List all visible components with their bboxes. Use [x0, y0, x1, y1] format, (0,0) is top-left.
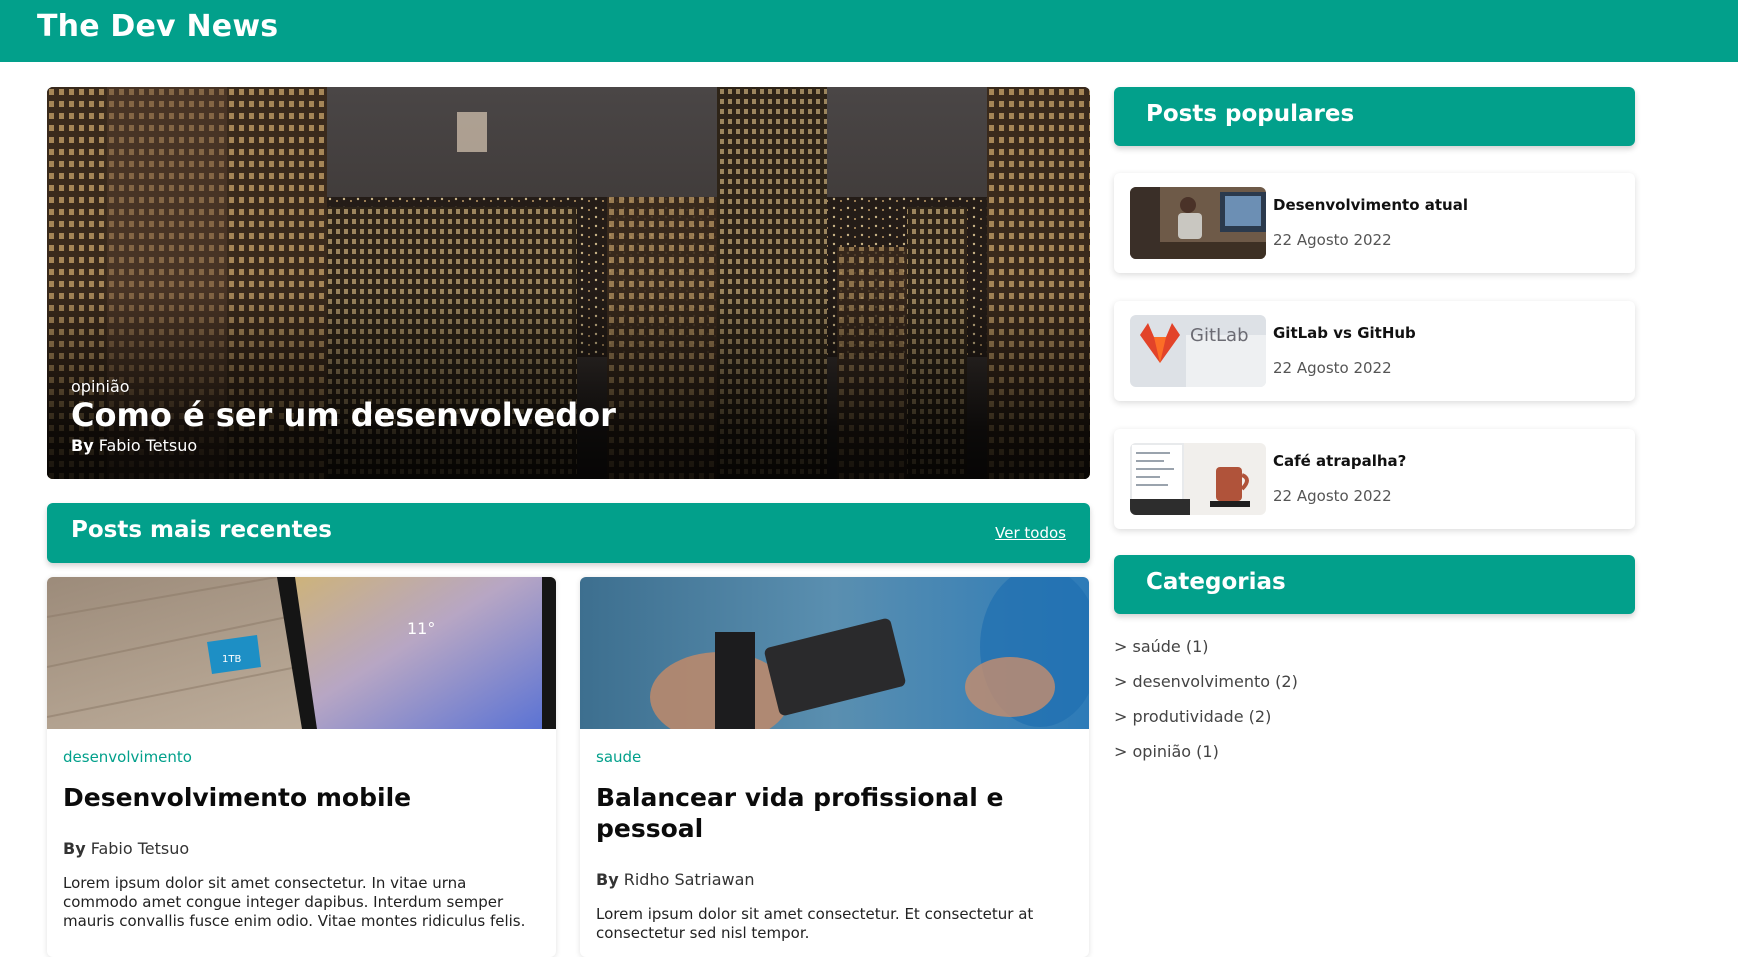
- category-item-desenvolvimento[interactable]: > desenvolvimento (2): [1114, 672, 1298, 707]
- category-item-produtividade[interactable]: > produtividade (2): [1114, 707, 1298, 742]
- hero-byline: By Fabio Tetsuo: [71, 436, 197, 455]
- sd-card-label: 1TB: [222, 654, 241, 665]
- site-header: The Dev News: [0, 0, 1738, 62]
- popular-post-date: 22 Agosto 2022: [1273, 487, 1392, 505]
- popular-post-title[interactable]: GitLab vs GitHub: [1273, 324, 1416, 342]
- popular-posts-header: Posts populares: [1114, 87, 1635, 146]
- hero-author: Fabio Tetsuo: [98, 436, 198, 455]
- developer-desk-image: [1130, 187, 1266, 259]
- categories-heading: Categorias: [1146, 569, 1286, 595]
- post-title[interactable]: Desenvolvimento mobile: [63, 782, 543, 813]
- category-item-opiniao[interactable]: > opinião (1): [1114, 742, 1298, 777]
- see-all-link[interactable]: Ver todos: [995, 524, 1066, 542]
- popular-post-thumbnail: [1130, 443, 1266, 515]
- hero-title[interactable]: Como é ser um desenvolvedor: [71, 396, 616, 434]
- post-card[interactable]: 11° 1TB desenvolvimento Desenvolvimento …: [47, 577, 556, 957]
- popular-post-thumbnail: [1130, 187, 1266, 259]
- hero-category[interactable]: opinião: [71, 377, 130, 396]
- post-author: Ridho Satriawan: [623, 870, 755, 889]
- popular-post-title[interactable]: Café atrapalha?: [1273, 452, 1406, 470]
- by-label: By: [71, 436, 94, 455]
- popular-post-date: 22 Agosto 2022: [1273, 231, 1392, 249]
- gitlab-logo-image: GitLab: [1130, 315, 1266, 387]
- post-excerpt: Lorem ipsum dolor sit amet consectetur. …: [63, 874, 526, 930]
- post-title[interactable]: Balancear vida profissional e pessoal: [596, 782, 1076, 844]
- popular-post-date: 22 Agosto 2022: [1273, 359, 1392, 377]
- hero-overlay: [47, 289, 1090, 479]
- popular-post-thumbnail: GitLab: [1130, 315, 1266, 387]
- popular-posts-heading: Posts populares: [1146, 101, 1355, 127]
- post-excerpt: Lorem ipsum dolor sit amet consectetur. …: [596, 905, 1034, 942]
- site-title[interactable]: The Dev News: [37, 9, 278, 44]
- popular-post-item[interactable]: Café atrapalha? 22 Agosto 2022: [1114, 429, 1635, 529]
- categories-list: > saúde (1) > desenvolvimento (2) > prod…: [1114, 637, 1298, 777]
- categories-header: Categorias: [1114, 555, 1635, 614]
- hero-post[interactable]: opinião Como é ser um desenvolvedor By F…: [47, 87, 1090, 479]
- post-card[interactable]: saude Balancear vida profissional e pess…: [580, 577, 1089, 957]
- by-label: By: [63, 839, 86, 858]
- popular-post-title[interactable]: Desenvolvimento atual: [1273, 196, 1468, 214]
- coffee-laptop-image: [1130, 443, 1266, 515]
- phone-temperature: 11°: [407, 619, 435, 638]
- post-byline: By Fabio Tetsuo: [63, 839, 189, 858]
- camera-gimbal-image: [580, 577, 1089, 729]
- recent-posts-header: Posts mais recentes Ver todos: [47, 503, 1090, 563]
- post-author: Fabio Tetsuo: [90, 839, 190, 858]
- post-thumbnail: [580, 577, 1089, 729]
- post-byline: By Ridho Satriawan: [596, 870, 755, 889]
- post-thumbnail: 11° 1TB: [47, 577, 556, 729]
- category-item-saude[interactable]: > saúde (1): [1114, 637, 1298, 672]
- post-category[interactable]: saude: [596, 748, 641, 766]
- by-label: By: [596, 870, 619, 889]
- recent-posts-heading: Posts mais recentes: [71, 517, 332, 543]
- post-category[interactable]: desenvolvimento: [63, 748, 192, 766]
- popular-post-item[interactable]: GitLab GitLab vs GitHub 22 Agosto 2022: [1114, 301, 1635, 401]
- gitlab-logo-text: GitLab: [1190, 325, 1249, 346]
- tablet-sd-card-image: 11° 1TB: [47, 577, 556, 729]
- popular-post-item[interactable]: Desenvolvimento atual 22 Agosto 2022: [1114, 173, 1635, 273]
